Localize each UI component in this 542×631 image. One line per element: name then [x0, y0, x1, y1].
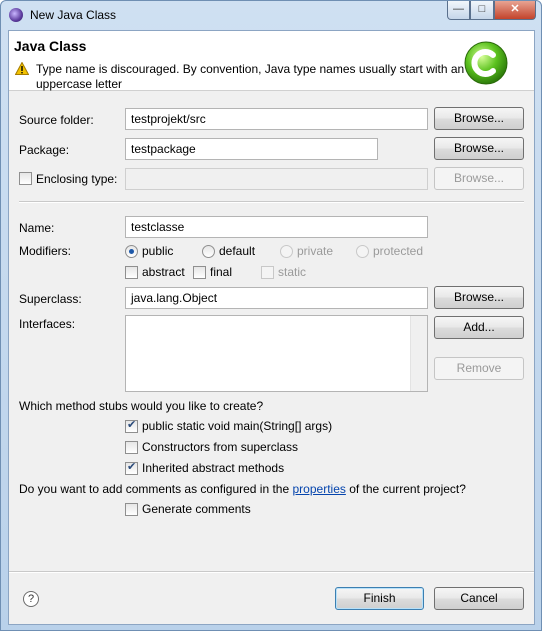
method-stubs-question: Which method stubs would you like to cre…: [19, 399, 264, 413]
page-title: Java Class: [14, 38, 87, 54]
generate-comments-checkbox[interactable]: [125, 503, 138, 516]
generate-comments-label: Generate comments: [142, 502, 251, 516]
footer-separator: [9, 571, 534, 573]
private-radio[interactable]: [280, 245, 293, 258]
static-label: static: [278, 265, 307, 279]
cancel-button[interactable]: Cancel: [434, 587, 524, 610]
inherited-methods-checkbox[interactable]: [125, 460, 138, 475]
separator: [19, 201, 524, 203]
final-checkbox[interactable]: [193, 266, 206, 279]
maximize-button[interactable]: □: [470, 1, 494, 20]
constructors-checkbox[interactable]: [125, 441, 138, 454]
interfaces-label: Interfaces:: [19, 317, 76, 331]
wizard-header: Java Class Type name is discouraged. By …: [9, 31, 534, 91]
dialog-body: Java Class Type name is discouraged. By …: [8, 30, 535, 625]
abstract-label: abstract: [142, 265, 185, 279]
public-label: public: [142, 244, 174, 258]
add-interface-button[interactable]: Add...: [434, 316, 524, 339]
protected-radio[interactable]: [356, 245, 369, 258]
name-label: Name:: [19, 221, 55, 235]
maximize-icon: □: [478, 3, 486, 15]
title-bar[interactable]: New Java Class — □ ✕: [1, 1, 541, 29]
close-icon: ✕: [510, 3, 520, 15]
source-folder-browse-button[interactable]: Browse...: [434, 107, 524, 130]
abstract-checkbox[interactable]: [125, 266, 138, 279]
remove-interface-button[interactable]: Remove: [434, 357, 524, 380]
modifiers-label: Modifiers:: [19, 244, 72, 258]
eclipse-icon: [9, 8, 23, 22]
help-icon[interactable]: ?: [23, 591, 39, 607]
enclosing-type-browse-button[interactable]: Browse...: [434, 167, 524, 190]
close-button[interactable]: ✕: [494, 1, 536, 20]
new-java-class-window: New Java Class — □ ✕ Java Class Type nam…: [0, 0, 542, 631]
interfaces-list[interactable]: [125, 315, 428, 392]
main-method-checkbox[interactable]: [125, 418, 138, 433]
enclosing-type-field[interactable]: [125, 168, 428, 190]
inherited-methods-label: Inherited abstract methods: [142, 461, 285, 475]
public-radio[interactable]: [125, 245, 138, 258]
enclosing-type-label: Enclosing type:: [36, 172, 118, 186]
package-label: Package:: [19, 143, 70, 157]
comments-question-end: of the current project?: [345, 482, 466, 496]
finish-button[interactable]: Finish: [335, 587, 424, 610]
private-label: private: [297, 244, 334, 258]
static-checkbox[interactable]: [261, 266, 274, 279]
constructors-label: Constructors from superclass: [142, 440, 299, 454]
name-field[interactable]: testclasse: [125, 216, 428, 238]
enclosing-type-checkbox[interactable]: [19, 172, 32, 185]
superclass-browse-button[interactable]: Browse...: [434, 286, 524, 309]
main-method-label: public static void main(String[] args): [142, 419, 333, 433]
default-label: default: [219, 244, 256, 258]
source-folder-label: Source folder:: [19, 113, 94, 127]
new-class-wizard-icon: [464, 41, 508, 85]
superclass-label: Superclass:: [19, 292, 82, 306]
comments-question: Do you want to add comments as configure…: [19, 482, 466, 496]
default-radio[interactable]: [202, 245, 215, 258]
warning-message: Type name is discouraged. By convention,…: [36, 62, 465, 91]
package-field[interactable]: testpackage: [125, 138, 378, 160]
minimize-button[interactable]: —: [447, 1, 470, 20]
interfaces-scrollbar[interactable]: [410, 316, 427, 391]
minimize-icon: —: [453, 3, 464, 15]
comments-question-start: Do you want to add comments as configure…: [19, 482, 293, 496]
protected-label: protected: [373, 244, 424, 258]
source-folder-field[interactable]: testprojekt/src: [125, 108, 428, 130]
final-label: final: [210, 265, 233, 279]
package-browse-button[interactable]: Browse...: [434, 137, 524, 160]
properties-link[interactable]: properties: [293, 482, 346, 496]
warning-icon: [15, 62, 29, 75]
superclass-field[interactable]: java.lang.Object: [125, 287, 428, 309]
window-title: New Java Class: [30, 8, 117, 22]
